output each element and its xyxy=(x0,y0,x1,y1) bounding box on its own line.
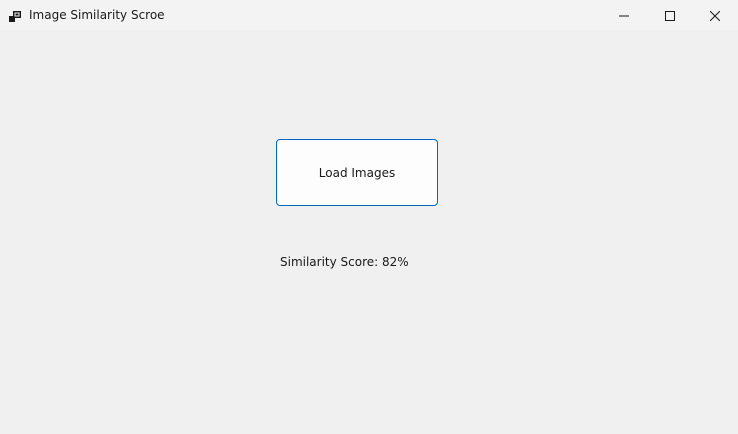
load-images-button[interactable]: Load Images xyxy=(276,139,438,206)
minimize-button[interactable] xyxy=(601,0,647,30)
title-bar[interactable]: Image Similarity Scroe xyxy=(0,0,738,30)
app-window: Image Similarity Scroe Load Images Simil… xyxy=(0,0,738,434)
window-title: Image Similarity Scroe xyxy=(29,8,165,22)
similarity-score-label: Similarity Score: 82% xyxy=(280,255,409,269)
client-area: Load Images Similarity Score: 82% xyxy=(0,30,738,434)
maximize-icon xyxy=(665,6,675,25)
close-button[interactable] xyxy=(692,0,738,30)
app-window-icon xyxy=(9,8,21,22)
maximize-button[interactable] xyxy=(647,0,693,30)
minimize-icon xyxy=(619,6,629,25)
close-icon xyxy=(709,6,721,25)
